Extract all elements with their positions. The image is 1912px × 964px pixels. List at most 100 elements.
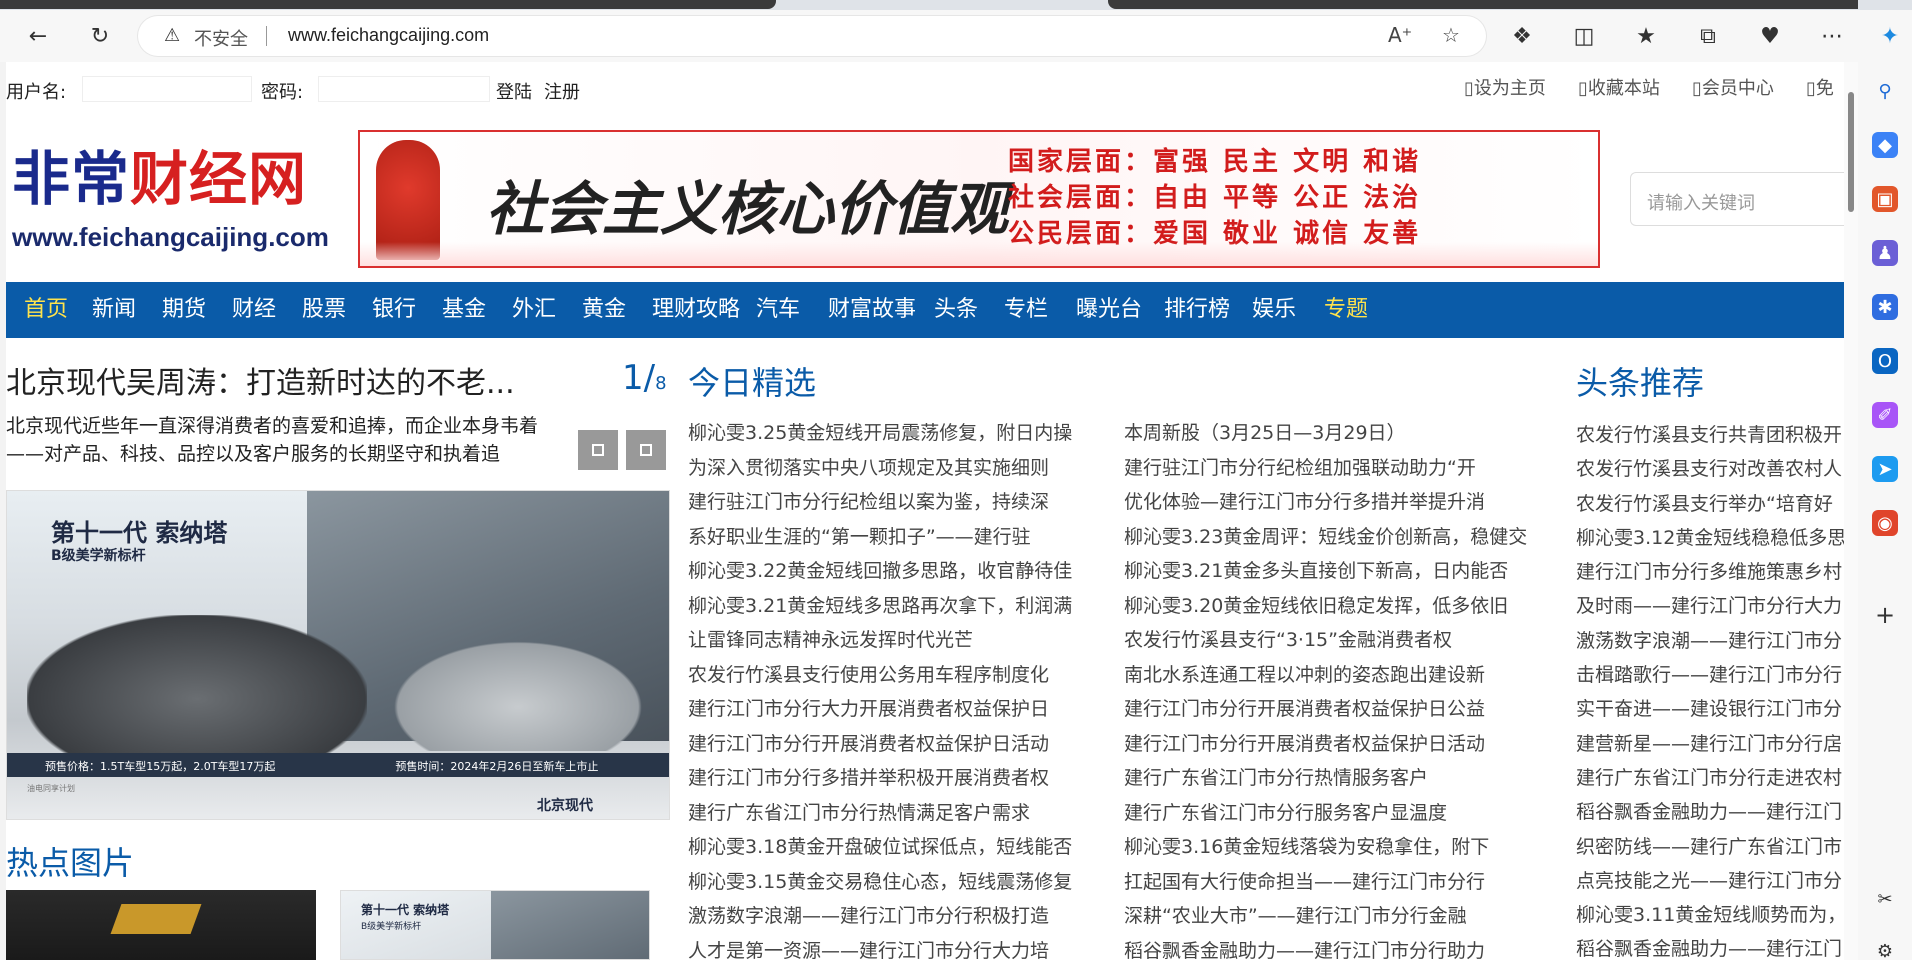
news-link[interactable]: 柳沁雯3.25黄金短线开局震荡修复，附日内操 xyxy=(688,416,1108,451)
nav-rankings[interactable]: 排行榜 xyxy=(1164,282,1230,338)
free-link[interactable]: ▯免 xyxy=(1806,74,1834,100)
tab-active[interactable] xyxy=(0,0,776,9)
slide-image[interactable]: 第十一代 索纳塔 B级美学新标杆 预售价格：1.5T车型15万起，2.0T车型1… xyxy=(6,490,670,820)
headline-link[interactable]: 织密防线——建行广东省江门市 xyxy=(1576,830,1850,864)
slide-next-button[interactable] xyxy=(626,430,666,470)
news-link[interactable]: 柳沁雯3.21黄金多头直接创下新高，日内能否 xyxy=(1124,554,1544,589)
address-bar[interactable]: ⚠ 不安全 www.feichangcaijing.com A⁺ ☆ xyxy=(138,16,1486,56)
headline-link[interactable]: 农发行竹溪县支行共青团积极开 xyxy=(1576,418,1850,452)
password-input[interactable] xyxy=(318,76,490,102)
news-link[interactable]: 让雷锋同志精神永远发挥时代光芒 xyxy=(688,623,1108,658)
headline-link[interactable]: 柳沁雯3.11黄金短线顺势而为， xyxy=(1576,898,1850,932)
news-link[interactable]: 柳沁雯3.18黄金开盘破位试探低点，短线能否 xyxy=(688,830,1108,865)
news-link[interactable]: 农发行竹溪县支行使用公务用车程序制度化 xyxy=(688,658,1108,693)
games-icon[interactable]: ♟ xyxy=(1872,240,1898,266)
nav-entertainment[interactable]: 娱乐 xyxy=(1252,282,1296,338)
browser-essentials-icon[interactable]: ♥ xyxy=(1752,18,1788,54)
favorites-icon[interactable]: ★ xyxy=(1628,18,1664,54)
news-link[interactable]: 建行广东省江门市分行热情满足客户需求 xyxy=(688,796,1108,831)
headline-link[interactable]: 建行广东省江门市分行走进农村 xyxy=(1576,761,1850,795)
settings-gear-icon[interactable]: ⚙ xyxy=(1872,938,1898,964)
slide-prev-button[interactable] xyxy=(578,430,618,470)
news-link[interactable]: 柳沁雯3.15黄金交易稳住心态，短线震荡修复 xyxy=(688,865,1108,900)
hot-picture-1[interactable] xyxy=(6,890,316,960)
news-link[interactable]: 柳沁雯3.23黄金周评：短线金价创新高，稳健交 xyxy=(1124,520,1544,555)
news-link[interactable]: 建行广东省江门市分行热情服务客户 xyxy=(1124,761,1544,796)
nav-forex[interactable]: 外汇 xyxy=(512,282,556,338)
more-menu-icon[interactable]: ⋯ xyxy=(1814,18,1850,54)
tab-inactive[interactable] xyxy=(1108,0,1858,9)
news-link[interactable]: 优化体验—建行江门市分行多措并举提升消 xyxy=(1124,485,1544,520)
url-text[interactable]: www.feichangcaijing.com xyxy=(288,25,489,46)
news-link[interactable]: 为深入贯彻落实中央八项规定及其实施细则 xyxy=(688,451,1108,486)
nav-topics[interactable]: 专题 xyxy=(1324,282,1368,338)
headline-link[interactable]: 柳沁雯3.12黄金短线稳稳低多思 xyxy=(1576,521,1850,555)
news-link[interactable]: 建行江门市分行开展消费者权益保护日活动 xyxy=(1124,727,1544,762)
security-label[interactable]: 不安全 xyxy=(194,25,248,51)
nav-banks[interactable]: 银行 xyxy=(372,282,416,338)
core-values-banner[interactable]: 社会主义核心价值观 国家层面：富强 民主 文明 和谐 社会层面：自由 平等 公正… xyxy=(358,130,1600,268)
collections-icon[interactable]: ⧉ xyxy=(1690,18,1726,54)
headline-link[interactable]: 激荡数字浪潮——建行江门市分 xyxy=(1576,624,1850,658)
nav-gold[interactable]: 黄金 xyxy=(582,282,626,338)
headline-link[interactable]: 农发行竹溪县支行对改善农村人 xyxy=(1576,452,1850,486)
news-link[interactable]: 激荡数字浪潮——建行江门市分行积极打造 xyxy=(688,899,1108,934)
news-link[interactable]: 柳沁雯3.16黄金短线落袋为安稳拿住，附下 xyxy=(1124,830,1544,865)
designer-icon[interactable]: ✐ xyxy=(1872,402,1898,428)
news-link[interactable]: 建行驻江门市分行纪检组加强联动助力“开 xyxy=(1124,451,1544,486)
register-link[interactable]: 注册 xyxy=(544,78,580,104)
news-link[interactable]: 南北水系连通工程以冲刺的姿态跑出建设新 xyxy=(1124,658,1544,693)
news-link[interactable]: 扛起国有大行使命担当——建行江门市分行 xyxy=(1124,865,1544,900)
nav-exposure[interactable]: 曝光台 xyxy=(1076,282,1142,338)
extensions-icon[interactable]: ❖ xyxy=(1504,18,1540,54)
news-link[interactable]: 建行江门市分行开展消费者权益保护日公益 xyxy=(1124,692,1544,727)
copilot-icon[interactable]: ✦ xyxy=(1872,18,1908,54)
favorite-star-icon[interactable]: ☆ xyxy=(1442,23,1460,47)
hot-picture-2[interactable]: 第十一代 索纳塔 B级美学新标杆 xyxy=(340,890,650,960)
shopping-tag-icon[interactable]: ◆ xyxy=(1872,132,1898,158)
news-link[interactable]: 系好职业生涯的“第一颗扣子”——建行驻 xyxy=(688,520,1108,555)
headline-link[interactable]: 建营新星——建行江门市分行扂 xyxy=(1576,727,1850,761)
tools-briefcase-icon[interactable]: ▣ xyxy=(1872,186,1898,212)
nav-finance[interactable]: 财经 xyxy=(232,282,276,338)
username-input[interactable] xyxy=(82,76,252,102)
set-homepage-link[interactable]: ▯设为主页 xyxy=(1464,74,1546,100)
read-aloud-icon[interactable]: A⁺ xyxy=(1388,23,1412,47)
news-link[interactable]: 建行江门市分行开展消费者权益保护日活动 xyxy=(688,727,1108,762)
back-icon[interactable]: ← xyxy=(20,18,56,54)
page-scrollbar[interactable] xyxy=(1844,62,1858,960)
microsoft-365-icon[interactable]: ✱ xyxy=(1872,294,1898,320)
news-link[interactable]: 稻谷飘香金融助力——建行江门市分行助力 xyxy=(1124,934,1544,961)
news-link[interactable]: 深耕“农业大市”——建行江门市分行金融 xyxy=(1124,899,1544,934)
news-link[interactable]: 柳沁雯3.20黄金短线依旧稳定发挥，低多依旧 xyxy=(1124,589,1544,624)
drop-icon[interactable]: ◉ xyxy=(1872,510,1898,536)
nav-home[interactable]: 首页 xyxy=(24,282,68,338)
search-input[interactable]: 请输入关键词 xyxy=(1630,172,1850,226)
nav-wealth-guide[interactable]: 理财攻略 xyxy=(652,282,740,338)
news-link[interactable]: 建行驻江门市分行纪检组以案为鉴，持续深 xyxy=(688,485,1108,520)
outlook-icon[interactable]: O xyxy=(1872,348,1898,374)
login-button[interactable]: 登陆 xyxy=(496,78,532,104)
news-link[interactable]: 柳沁雯3.22黄金短线回撤多思路，收官静待佳 xyxy=(688,554,1108,589)
headline-link[interactable]: 点亮技能之光——建行江门市分 xyxy=(1576,864,1850,898)
search-icon[interactable]: ⚲ xyxy=(1872,78,1898,104)
nav-headlines[interactable]: 头条 xyxy=(934,282,978,338)
split-screen-icon[interactable]: ◫ xyxy=(1566,18,1602,54)
slide-title[interactable]: 北京现代吴周涛：打造新时达的不老... xyxy=(6,358,515,402)
send-icon[interactable]: ➤ xyxy=(1872,456,1898,482)
headline-link[interactable]: 实干奋进——建设银行江门市分 xyxy=(1576,692,1850,726)
nav-wealth-stories[interactable]: 财富故事 xyxy=(828,282,916,338)
member-center-link[interactable]: ▯会员中心 xyxy=(1692,74,1774,100)
nav-news[interactable]: 新闻 xyxy=(92,282,136,338)
headline-link[interactable]: 建行江门市分行多维施策惠乡村 xyxy=(1576,555,1850,589)
nav-auto[interactable]: 汽车 xyxy=(756,282,800,338)
headline-link[interactable]: 击楫踏歌行——建行江门市分行 xyxy=(1576,658,1850,692)
headline-link[interactable]: 稻谷飘香金融助力——建行江门 xyxy=(1576,932,1850,960)
add-icon[interactable]: + xyxy=(1872,601,1898,629)
refresh-icon[interactable]: ↻ xyxy=(82,18,118,54)
news-link[interactable]: 建行江门市分行多措并举积极开展消费者权 xyxy=(688,761,1108,796)
headline-link[interactable]: 农发行竹溪县支行举办“培育好 xyxy=(1576,487,1850,521)
news-link[interactable]: 建行江门市分行大力开展消费者权益保护日 xyxy=(688,692,1108,727)
news-link[interactable]: 农发行竹溪县支行“3·15”金融消费者权 xyxy=(1124,623,1544,658)
headline-link[interactable]: 稻谷飘香金融助力——建行江门 xyxy=(1576,795,1850,829)
